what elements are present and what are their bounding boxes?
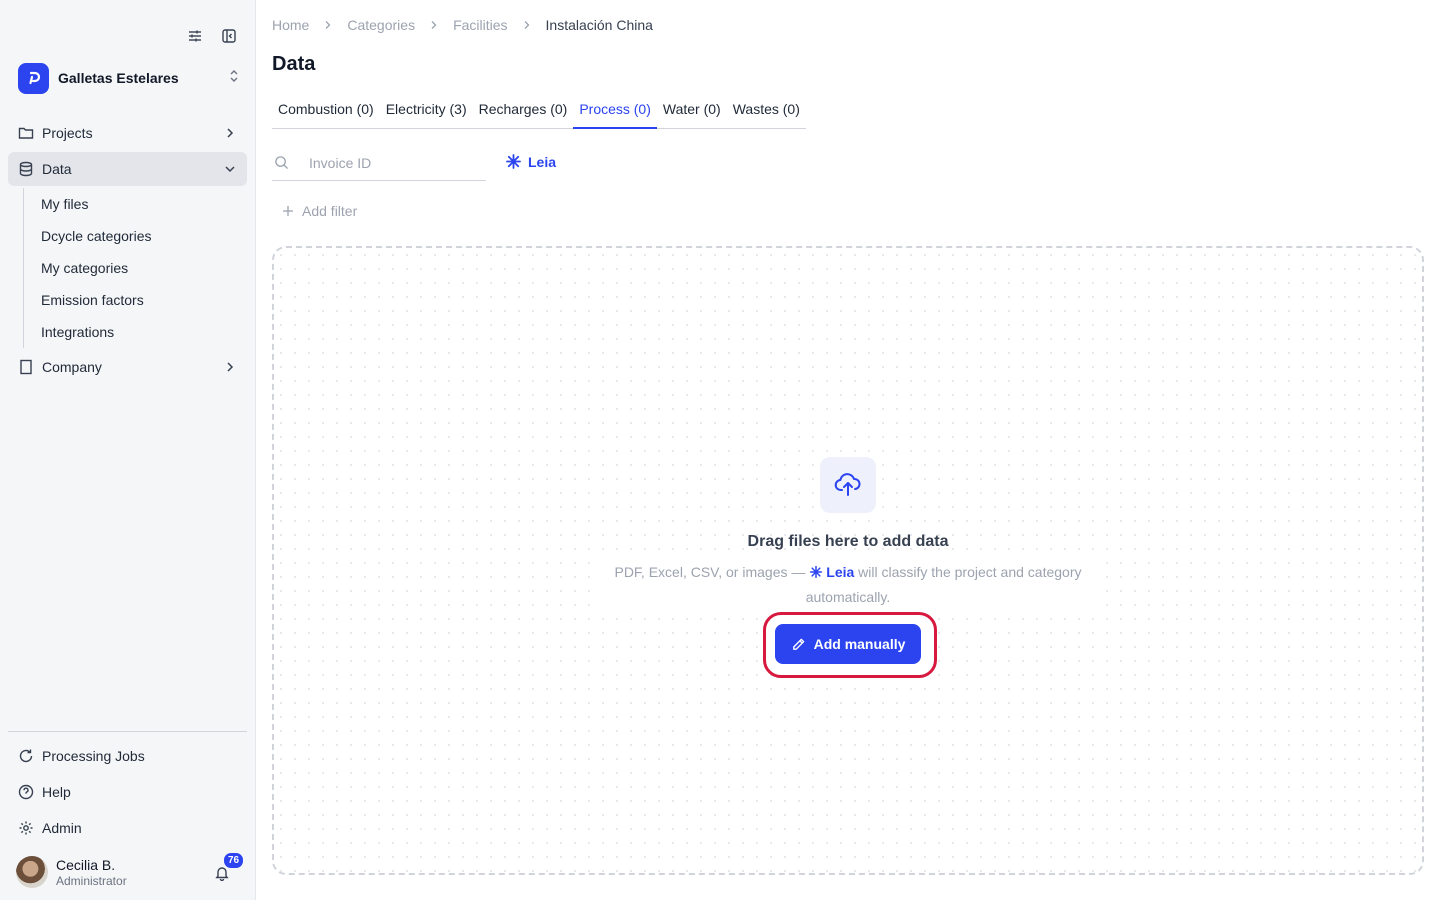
- leia-sparkle-icon: [809, 563, 823, 586]
- sidebar-item-label: Processing Jobs: [42, 748, 145, 764]
- plus-icon: [282, 205, 294, 217]
- building-icon: [18, 359, 34, 375]
- search-icon: [274, 155, 289, 170]
- add-filter-label: Add filter: [302, 203, 358, 219]
- sidebar-item-company[interactable]: Company: [8, 350, 247, 384]
- chevron-right-icon: [223, 360, 237, 374]
- dropzone-desc-before: PDF, Excel, CSV, or images —: [614, 564, 810, 580]
- chevron-right-icon: [223, 126, 237, 140]
- add-manually-button[interactable]: Add manually: [775, 624, 921, 664]
- sidebar-item-label: Help: [42, 784, 71, 800]
- sidebar-toolbar: [185, 26, 239, 46]
- leia-sparkle-icon: [505, 153, 522, 170]
- pencil-icon: [791, 637, 806, 652]
- avatar: [16, 856, 48, 888]
- sidebar-subitem-integrations[interactable]: Integrations: [24, 316, 247, 348]
- sidebar-subitem-my-categories[interactable]: My categories: [24, 252, 247, 284]
- sidebar-item-label: Data: [42, 161, 72, 177]
- invoice-search: [272, 145, 486, 181]
- help-circle-icon: [18, 784, 34, 800]
- notifications-button[interactable]: 76: [214, 851, 246, 885]
- bottom-nav: Processing Jobs Help Admin: [8, 739, 247, 847]
- breadcrumb-current: Instalación China: [545, 17, 653, 33]
- gear-icon: [18, 820, 34, 836]
- sidebar-item-help[interactable]: Help: [8, 775, 247, 809]
- main-nav: Projects Data My files Dcycle categories…: [8, 116, 247, 386]
- leia-button[interactable]: Leia: [505, 153, 556, 170]
- tab-combustion[interactable]: Combustion (0): [272, 98, 380, 128]
- refresh-icon: [18, 748, 34, 764]
- tab-wastes[interactable]: Wastes (0): [727, 98, 806, 128]
- dropzone-title: Drag files here to add data: [747, 533, 949, 550]
- collapse-sidebar-icon[interactable]: [219, 26, 239, 46]
- data-subnav: My files Dcycle categories My categories…: [23, 188, 247, 348]
- organization-switcher[interactable]: Galletas Estelares: [18, 62, 240, 94]
- dropzone-leia-link: Leia: [826, 564, 855, 580]
- sidebar-item-label: Admin: [42, 820, 82, 836]
- sidebar: Galletas Estelares Projects Data My file…: [0, 0, 256, 900]
- organization-name: Galletas Estelares: [58, 70, 179, 86]
- sidebar-item-admin[interactable]: Admin: [8, 811, 247, 845]
- tab-process[interactable]: Process (0): [573, 98, 657, 129]
- chevron-right-icon: [522, 20, 532, 30]
- breadcrumb-home[interactable]: Home: [272, 17, 309, 33]
- sidebar-divider: [8, 731, 247, 732]
- file-dropzone[interactable]: Drag files here to add data PDF, Excel, …: [272, 246, 1424, 875]
- user-info: Cecilia B. Administrator: [56, 857, 214, 888]
- add-filter-button[interactable]: Add filter: [282, 203, 357, 219]
- chevron-right-icon: [429, 20, 439, 30]
- breadcrumb-categories[interactable]: Categories: [347, 17, 415, 33]
- chevron-down-icon: [223, 162, 237, 176]
- sidebar-subitem-emission-factors[interactable]: Emission factors: [24, 284, 247, 316]
- database-icon: [18, 161, 34, 177]
- tab-water[interactable]: Water (0): [657, 98, 727, 128]
- user-role: Administrator: [56, 873, 127, 888]
- dcycle-logo-icon: [18, 62, 49, 94]
- tab-electricity[interactable]: Electricity (3): [380, 98, 473, 128]
- category-tabs: Combustion (0) Electricity (3) Recharges…: [272, 98, 806, 129]
- chevron-up-down-icon: [228, 69, 240, 88]
- settings-sliders-icon[interactable]: [185, 26, 205, 46]
- sidebar-item-label: Company: [42, 359, 102, 375]
- leia-label: Leia: [528, 153, 557, 170]
- user-name: Cecilia B.: [56, 856, 116, 873]
- sidebar-subitem-dcycle-categories[interactable]: Dcycle categories: [24, 220, 247, 252]
- page-title: Data: [272, 53, 316, 75]
- breadcrumb: Home Categories Facilities Instalación C…: [272, 17, 653, 33]
- breadcrumb-facilities[interactable]: Facilities: [453, 17, 507, 33]
- sidebar-item-label: Projects: [42, 125, 93, 141]
- dropzone-description: PDF, Excel, CSV, or images — Leia will c…: [598, 561, 1098, 609]
- user-profile[interactable]: Cecilia B. Administrator 76: [16, 851, 246, 892]
- sidebar-item-data[interactable]: Data: [8, 152, 247, 186]
- bell-icon: [214, 867, 230, 885]
- notification-count-badge: 76: [222, 851, 246, 870]
- sidebar-subitem-my-files[interactable]: My files: [24, 188, 247, 220]
- sidebar-item-projects[interactable]: Projects: [8, 116, 247, 150]
- search-input[interactable]: [309, 154, 469, 171]
- folder-icon: [18, 125, 34, 141]
- cloud-upload-icon: [820, 457, 876, 513]
- tab-recharges[interactable]: Recharges (0): [473, 98, 574, 128]
- add-manually-label: Add manually: [813, 636, 906, 652]
- chevron-right-icon: [323, 20, 333, 30]
- sidebar-item-processing-jobs[interactable]: Processing Jobs: [8, 739, 247, 773]
